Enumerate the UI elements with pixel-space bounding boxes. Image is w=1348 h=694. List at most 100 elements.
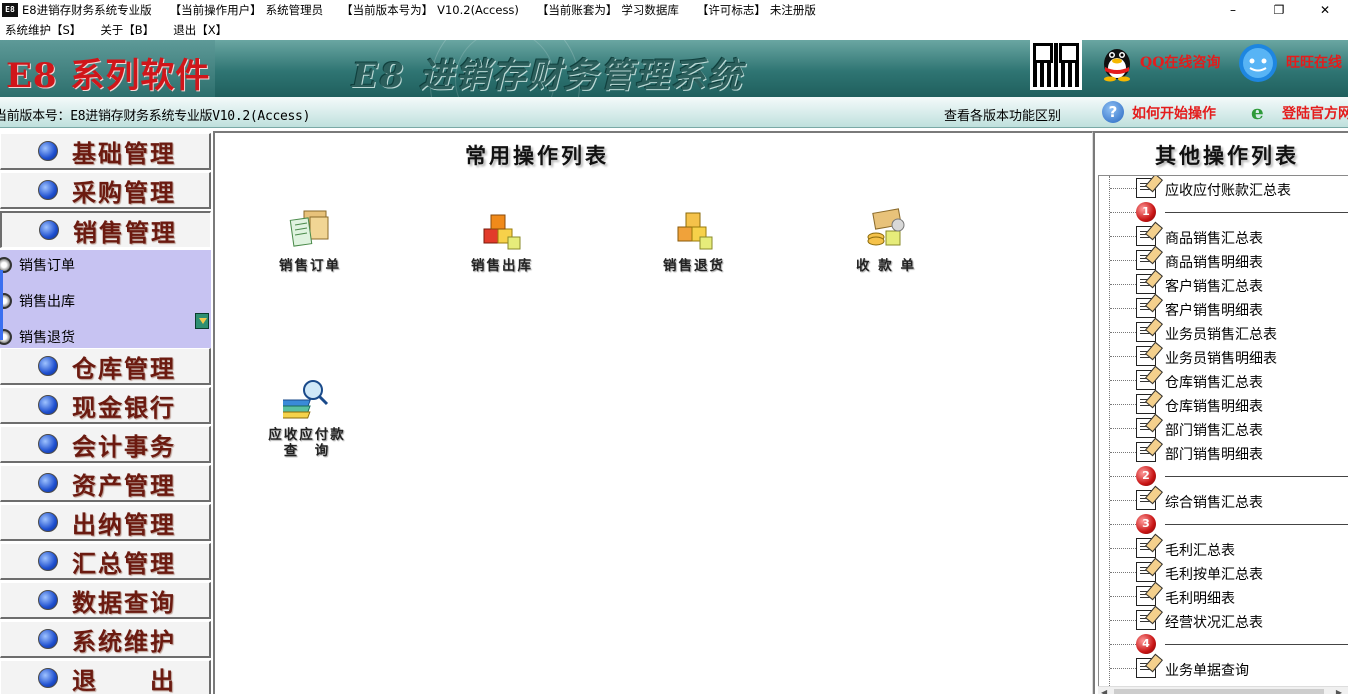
report-doc-icon bbox=[1136, 322, 1156, 342]
tree-item-warehouse-sales-summary[interactable]: 仓库销售汇总表 bbox=[1099, 368, 1348, 392]
qq-penguin-icon[interactable] bbox=[1098, 40, 1136, 82]
nav-system-maintenance[interactable]: 系统维护 bbox=[0, 621, 211, 658]
tree-item-label: 业务单据查询 bbox=[1165, 663, 1249, 679]
nav-bullet-icon bbox=[38, 356, 58, 376]
nav-exit[interactable]: 退 出 bbox=[0, 660, 211, 694]
report-doc-icon bbox=[1136, 586, 1156, 606]
nav-label: 资产管理 bbox=[72, 470, 176, 500]
tree-item-label: 毛利按单汇总表 bbox=[1165, 567, 1263, 583]
tree-item-warehouse-sales-detail[interactable]: 仓库销售明细表 bbox=[1099, 392, 1348, 416]
panel-title: 常用操作列表 bbox=[465, 143, 609, 168]
ie-browser-icon[interactable]: e bbox=[1251, 101, 1275, 123]
version-compare-link[interactable]: 查看各版本功能区别 bbox=[944, 105, 1061, 124]
horizontal-scrollbar[interactable]: ◀ ▶ bbox=[1098, 686, 1348, 694]
nav-sales-management[interactable]: 销售管理 bbox=[0, 211, 211, 248]
nav-cash-bank[interactable]: 现金银行 bbox=[0, 387, 211, 424]
op-label: 销售退货 bbox=[663, 258, 725, 274]
tree-item-ar-ap-summary[interactable]: 应收应付账款汇总表 bbox=[1099, 176, 1348, 200]
tree-item-customer-sales-summary[interactable]: 客户销售汇总表 bbox=[1099, 272, 1348, 296]
op-label-line2: 查 询 bbox=[283, 443, 331, 459]
tree-item-label: 经营状况汇总表 bbox=[1165, 615, 1263, 631]
nav-label: 出纳管理 bbox=[72, 509, 176, 539]
nav-bullet-icon bbox=[39, 220, 59, 240]
user-value: 系统管理员 bbox=[265, 3, 324, 17]
menu-system-maintenance[interactable]: 系统维护【S】 bbox=[5, 22, 81, 38]
op-label: 销售出库 bbox=[471, 258, 533, 274]
op-label: 收 款 单 bbox=[856, 258, 916, 274]
restore-button[interactable]: ❐ bbox=[1256, 0, 1302, 20]
nav-asset-management[interactable]: 资产管理 bbox=[0, 465, 211, 502]
tree-item-department-sales-detail[interactable]: 部门销售明细表 bbox=[1099, 440, 1348, 464]
report-doc-icon bbox=[1136, 178, 1156, 198]
nav-purchase-management[interactable]: 采购管理 bbox=[0, 172, 211, 209]
qr-code-icon bbox=[1030, 40, 1082, 90]
info-bar: 当前版本号：E8进销存财务系统专业版V10.2(Access) 查看各版本功能区… bbox=[0, 97, 1348, 128]
nav-label: 退 出 bbox=[72, 665, 176, 694]
op-sales-return[interactable]: 销售退货 bbox=[634, 207, 754, 274]
tree-item-gross-profit-detail[interactable]: 毛利明细表 bbox=[1099, 584, 1348, 608]
report-doc-icon bbox=[1136, 442, 1156, 462]
help-question-icon[interactable]: ? bbox=[1102, 101, 1124, 123]
nav-summary-management[interactable]: 汇总管理 bbox=[0, 543, 211, 580]
tree-item-label: 部门销售明细表 bbox=[1165, 447, 1263, 463]
report-doc-icon bbox=[1136, 658, 1156, 678]
nav-label: 系统维护 bbox=[72, 626, 176, 656]
howto-start-link[interactable]: 如何开始操作 bbox=[1132, 103, 1216, 123]
sales-order-icon bbox=[289, 210, 329, 247]
window-title: E8进销存财务系统专业版 bbox=[22, 3, 152, 17]
banner: E8 系列软件 E8 进销存财务管理系统 QQ在线咨询 旺旺在线 bbox=[0, 40, 1348, 97]
receipt-icon bbox=[867, 208, 905, 246]
tree-item-label: 部门销售汇总表 bbox=[1165, 423, 1263, 439]
op-sales-outbound[interactable]: 销售出库 bbox=[442, 207, 562, 274]
tree-item-document-query[interactable]: 业务单据查询 bbox=[1099, 656, 1348, 680]
tree-item-label: 客户销售明细表 bbox=[1165, 303, 1263, 319]
nav-accounting[interactable]: 会计事务 bbox=[0, 426, 211, 463]
submenu-sales-order[interactable]: 销售订单 bbox=[0, 254, 75, 276]
submenu-sales-outbound[interactable]: 销售出库 bbox=[0, 290, 75, 312]
tree-item-product-sales-summary[interactable]: 商品销售汇总表 bbox=[1099, 224, 1348, 248]
tree-item-gross-profit-by-order[interactable]: 毛利按单汇总表 bbox=[1099, 560, 1348, 584]
nav-bullet-icon bbox=[38, 395, 58, 415]
license-label: 【许可标志】 bbox=[696, 3, 766, 17]
scroll-left-icon[interactable]: ◀ bbox=[1101, 688, 1107, 694]
tree-item-department-sales-summary[interactable]: 部门销售汇总表 bbox=[1099, 416, 1348, 440]
scroll-right-icon[interactable]: ▶ bbox=[1336, 688, 1342, 694]
scroll-down-icon[interactable] bbox=[195, 313, 209, 329]
report-doc-icon bbox=[1136, 370, 1156, 390]
submenu-label: 销售退货 bbox=[19, 330, 75, 346]
nav-bullet-icon bbox=[38, 473, 58, 493]
report-doc-icon bbox=[1136, 394, 1156, 414]
wangwang-online-link[interactable]: 旺旺在线 bbox=[1286, 52, 1342, 72]
scrollbar-thumb[interactable] bbox=[1114, 689, 1324, 694]
nav-basic-management[interactable]: 基础管理 bbox=[0, 133, 211, 170]
op-receipt[interactable]: 收 款 单 bbox=[826, 207, 946, 274]
version-info: 当前版本号：E8进销存财务系统专业版V10.2(Access) bbox=[0, 109, 311, 124]
tree-item-salesperson-summary[interactable]: 业务员销售汇总表 bbox=[1099, 320, 1348, 344]
op-label: 销售订单 bbox=[279, 258, 341, 274]
tree-item-customer-sales-detail[interactable]: 客户销售明细表 bbox=[1099, 296, 1348, 320]
nav-cashier-management[interactable]: 出纳管理 bbox=[0, 504, 211, 541]
tree-item-gross-profit-summary[interactable]: 毛利汇总表 bbox=[1099, 536, 1348, 560]
op-sales-order[interactable]: 销售订单 bbox=[250, 207, 370, 274]
menu-about[interactable]: 关于【B】 bbox=[100, 22, 154, 38]
menu-exit[interactable]: 退出【X】 bbox=[173, 22, 227, 38]
nav-label: 数据查询 bbox=[72, 587, 176, 617]
app-icon: E8 bbox=[2, 3, 18, 17]
close-button[interactable]: ✕ bbox=[1302, 0, 1348, 20]
nav-warehouse-management[interactable]: 仓库管理 bbox=[0, 348, 211, 385]
nav-data-query[interactable]: 数据查询 bbox=[0, 582, 211, 619]
title-bar: E8 E8进销存财务系统专业版 【当前操作用户】 系统管理员 【当前版本号为】 … bbox=[0, 0, 1348, 20]
tree-item-product-sales-detail[interactable]: 商品销售明细表 bbox=[1099, 248, 1348, 272]
submenu-sales-return[interactable]: 销售退货 bbox=[0, 326, 75, 348]
account-value: 学习数据库 bbox=[621, 3, 679, 17]
tree-item-label: 客户销售汇总表 bbox=[1165, 279, 1263, 295]
minimize-button[interactable]: – bbox=[1210, 0, 1256, 20]
op-ar-ap-query[interactable]: 应收应付款 查 询 bbox=[247, 376, 367, 459]
tree-item-business-status-summary[interactable]: 经营状况汇总表 bbox=[1099, 608, 1348, 632]
qq-online-link[interactable]: QQ在线咨询 bbox=[1140, 52, 1220, 72]
tree-item-combined-sales-summary[interactable]: 综合销售汇总表 bbox=[1099, 488, 1348, 512]
official-site-link[interactable]: 登陆官方网 bbox=[1282, 103, 1348, 123]
wangwang-bubble-icon[interactable] bbox=[1236, 42, 1280, 86]
menu-bar: 系统维护【S】 关于【B】 退出【X】 bbox=[0, 20, 1348, 40]
tree-item-salesperson-detail[interactable]: 业务员销售明细表 bbox=[1099, 344, 1348, 368]
